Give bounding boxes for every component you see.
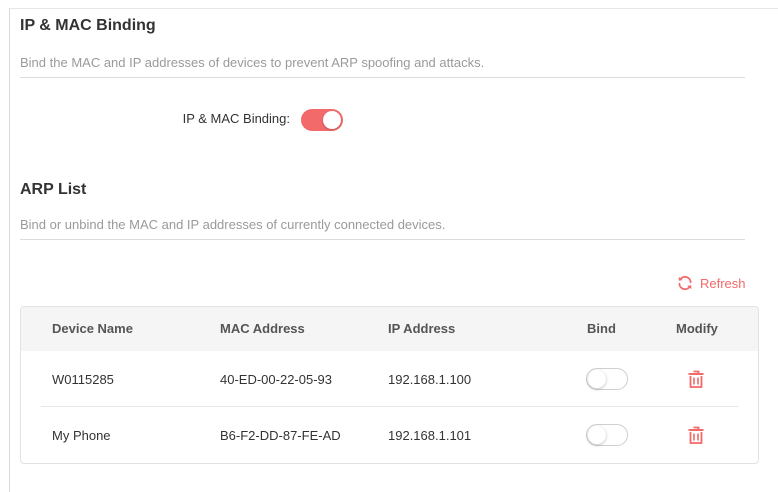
arp-section-title: ARP List <box>20 181 87 198</box>
binding-divider <box>20 77 745 78</box>
arp-section-description: Bind or unbind the MAC and IP addresses … <box>20 217 446 232</box>
ip-mac-binding-toggle[interactable] <box>301 109 343 131</box>
ip-address-cell: 192.168.1.101 <box>388 428 472 443</box>
arp-divider <box>20 239 745 240</box>
mac-address-cell: 40-ED-00-22-05-93 <box>220 372 333 387</box>
trash-icon[interactable] <box>688 370 704 388</box>
toggle-knob <box>588 426 606 444</box>
binding-section-title: IP & MAC Binding <box>20 17 156 34</box>
toggle-knob <box>323 111 341 129</box>
header-device-name: Device Name <box>52 321 133 336</box>
device-name-cell: W0115285 <box>52 372 114 387</box>
toggle-knob <box>588 370 606 388</box>
arp-table: Device Name MAC Address IP Address Bind … <box>20 306 759 464</box>
bind-toggle[interactable] <box>586 424 628 446</box>
header-mac-address: MAC Address <box>220 321 305 336</box>
refresh-label: Refresh <box>700 275 746 291</box>
binding-toggle-row: IP & MAC Binding: <box>0 108 778 132</box>
binding-section-description: Bind the MAC and IP addresses of devices… <box>20 55 485 70</box>
table-row: W0115285 40-ED-00-22-05-93 192.168.1.100 <box>21 351 758 407</box>
bind-toggle[interactable] <box>586 368 628 390</box>
mac-address-cell: B6-F2-DD-87-FE-AD <box>220 428 341 443</box>
table-row: My Phone B6-F2-DD-87-FE-AD 192.168.1.101 <box>21 407 758 463</box>
header-bind: Bind <box>587 321 616 336</box>
binding-toggle-label: IP & MAC Binding: <box>182 111 290 126</box>
device-name-cell: My Phone <box>52 428 111 443</box>
ip-address-cell: 192.168.1.100 <box>388 372 472 387</box>
refresh-button[interactable]: Refresh <box>676 273 746 293</box>
table-header: Device Name MAC Address IP Address Bind … <box>21 307 758 351</box>
header-modify: Modify <box>676 321 718 336</box>
refresh-icon <box>678 275 692 291</box>
trash-icon[interactable] <box>688 426 704 444</box>
header-ip-address: IP Address <box>388 321 456 336</box>
